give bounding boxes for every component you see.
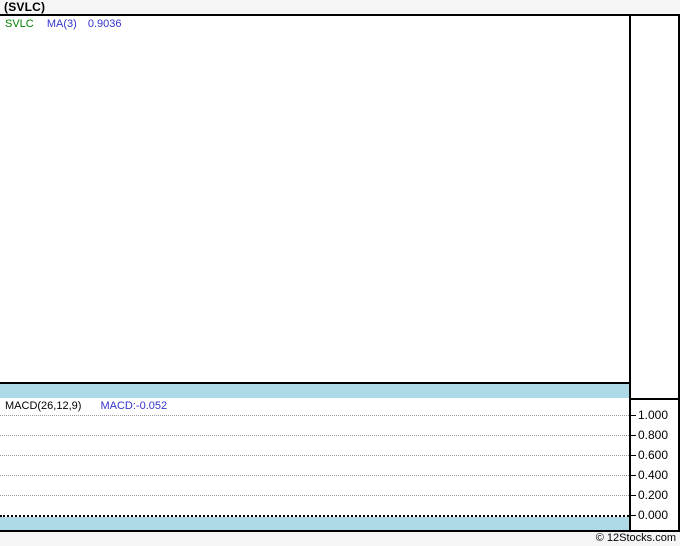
price-chart-legend: SVLC MA(3) 0.9036 xyxy=(5,18,121,30)
axis-tick-label: 0.800 xyxy=(638,428,669,442)
gridline-1000 xyxy=(0,415,629,416)
copyright-brand-link[interactable]: © 12Stocks.com xyxy=(596,532,676,545)
separator-band-bottom xyxy=(0,517,629,530)
separator-band-top xyxy=(0,384,629,398)
axis-tick-mark xyxy=(631,435,636,436)
axis-tick-mark xyxy=(631,415,636,416)
axis-tick-label: 0.000 xyxy=(638,508,669,522)
macd-params-label: MACD(26,12,9) xyxy=(5,400,82,412)
macd-y-axis: 1.000 0.800 0.600 0.400 0.200 0.000 xyxy=(631,16,678,530)
axis-tick-label: 0.600 xyxy=(638,448,669,462)
stock-chart-window: (SVLC) SVLC MA(3) 0.9036 MACD(26,12,9) M… xyxy=(0,0,680,546)
axis-tick-mark xyxy=(631,515,636,516)
gridline-0600 xyxy=(0,455,629,456)
macd-panel: MACD(26,12,9) MACD:-0.052 xyxy=(0,398,629,517)
price-chart-panel: SVLC MA(3) 0.9036 xyxy=(0,16,629,382)
macd-legend: MACD(26,12,9) MACD:-0.052 xyxy=(5,400,167,412)
axis-tick-label: 1.000 xyxy=(638,408,669,422)
axis-panel-divider xyxy=(631,398,678,400)
ticker-symbol-label: SVLC xyxy=(5,18,34,30)
axis-tick-mark xyxy=(631,475,636,476)
gridline-0400 xyxy=(0,475,629,476)
footer-divider xyxy=(0,530,680,532)
gridline-0800 xyxy=(0,435,629,436)
moving-average-label: MA(3) xyxy=(46,18,77,30)
axis-tick-mark xyxy=(631,455,636,456)
axis-tick-mark xyxy=(631,495,636,496)
moving-average-value: 0.9036 xyxy=(87,18,122,30)
gridline-0200 xyxy=(0,495,629,496)
macd-value-label: MACD:-0.052 xyxy=(100,400,168,412)
axis-tick-label: 0.200 xyxy=(638,488,669,502)
page-title: (SVLC) xyxy=(4,0,46,14)
axis-tick-label: 0.400 xyxy=(638,468,669,482)
